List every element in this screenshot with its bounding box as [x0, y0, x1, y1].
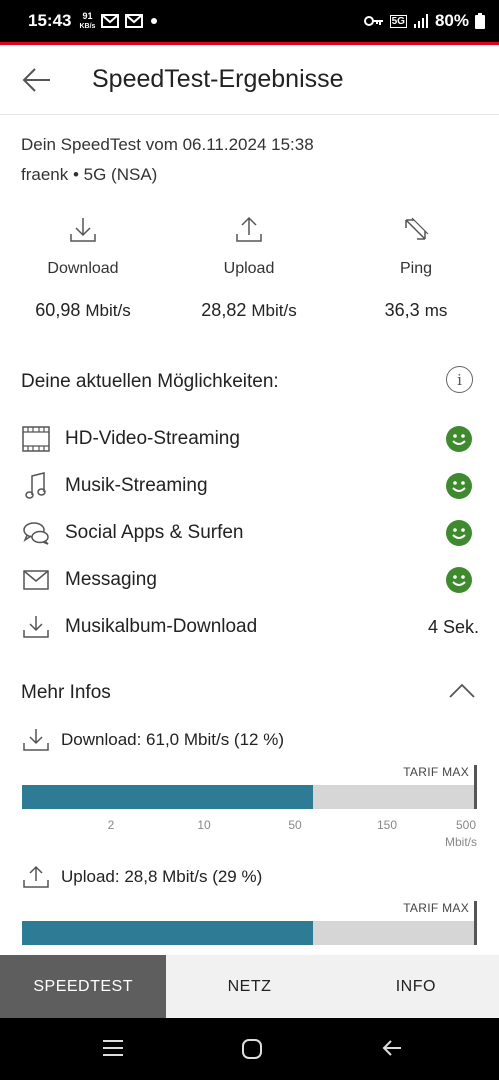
key-icon: [363, 16, 383, 26]
test-network: fraenk • 5G (NSA): [21, 165, 158, 184]
metric-value: 28,82: [201, 300, 247, 320]
metric-value: 36,3: [384, 300, 420, 320]
upload-bar-label: Upload: 28,8 Mbit/s (29 %): [21, 862, 262, 892]
download-icon: [70, 218, 96, 242]
info-icon: i: [457, 370, 462, 389]
capability-label: HD-Video-Streaming: [65, 428, 240, 449]
mail-icon: [101, 14, 120, 28]
upload-bar-track: [22, 921, 477, 945]
metric-unit: Mbit/s: [251, 301, 297, 320]
scale-tick: 150: [376, 818, 398, 832]
upload-bar: TARIF MAX: [22, 899, 477, 955]
metric-label: Download: [47, 260, 119, 277]
metric-value: 60,98: [35, 300, 81, 320]
metric-ping: Ping 36,3 ms: [333, 210, 499, 321]
metric-upload: Upload 28,82 Mbit/s: [166, 210, 332, 321]
system-nav-bar: [0, 1018, 499, 1080]
network-speed-indicator: 91 KB/s: [79, 10, 96, 31]
metric-unit: ms: [424, 301, 448, 320]
metric-label: Upload: [223, 260, 275, 277]
tarif-max-marker: [474, 901, 477, 945]
network-speed-unit: KB/s: [79, 22, 96, 30]
download-bar: TARIF MAX 2 10 50 150 500 Mbit/s: [22, 763, 477, 853]
envelope-icon: [23, 570, 49, 590]
scale-unit: Mbit/s: [444, 835, 477, 849]
recents-button[interactable]: [101, 1038, 125, 1058]
tab-netz[interactable]: NETZ: [166, 955, 333, 1018]
list-item: Musikalbum-Download 4 Sek.: [0, 604, 499, 650]
music-note-icon: [25, 472, 46, 499]
back-button[interactable]: [22, 65, 52, 95]
battery-icon: [475, 13, 485, 29]
page-title: SpeedTest-Ergebnisse: [92, 65, 344, 93]
chevron-up-icon: [449, 683, 475, 698]
chat-bubbles-icon: [23, 522, 49, 545]
ping-arrows-icon: [405, 217, 429, 240]
upload-summary: Upload: 28,8 Mbit/s (29 %): [61, 867, 263, 886]
tarif-max-label: TARIF MAX: [403, 901, 469, 915]
notification-dot-icon: [151, 18, 158, 24]
list-item: Messaging: [0, 557, 499, 603]
status-bar: 15:43 91 KB/s 5G 80%: [0, 0, 499, 42]
tarif-max-marker: [474, 765, 477, 809]
metric-download: Download 60,98 Mbit/s: [0, 210, 166, 321]
list-item: Musik-Streaming: [0, 463, 499, 509]
bottom-tabs: SPEEDTEST NETZ INFO: [0, 955, 499, 1018]
more-info-title: Mehr Infos: [21, 682, 111, 703]
scale-tick: 2: [107, 818, 115, 832]
download-bar-fill: [22, 785, 314, 809]
mail-icon: [125, 14, 144, 28]
scale-tick: 10: [197, 818, 211, 832]
capability-label: Social Apps & Surfen: [65, 522, 244, 543]
network-type: 5G: [389, 14, 407, 28]
arrow-left-icon: [22, 67, 50, 92]
capability-label: Musikalbum-Download: [65, 616, 258, 637]
metric-label: Ping: [399, 260, 433, 277]
capability-label: Messaging: [65, 569, 157, 590]
scale-tick: 50: [288, 818, 302, 832]
info-button[interactable]: i: [446, 366, 473, 393]
smiley-icon: [446, 426, 472, 452]
app-header: SpeedTest-Ergebnisse: [0, 45, 499, 115]
capability-value: 4 Sek.: [427, 616, 479, 637]
tab-info[interactable]: INFO: [332, 955, 499, 1018]
battery-percent: 80%: [434, 11, 469, 30]
signal-icon: [413, 14, 428, 28]
smiley-icon: [446, 520, 472, 546]
smiley-icon: [446, 473, 472, 499]
download-icon: [23, 616, 49, 638]
metric-unit: Mbit/s: [85, 301, 131, 320]
film-icon: [22, 426, 50, 452]
download-summary: Download: 61,0 Mbit/s (12 %): [61, 730, 284, 749]
list-item: Social Apps & Surfen: [0, 510, 499, 556]
speed-metrics: Download 60,98 Mbit/s Upload 28,82 Mbit/…: [0, 210, 499, 340]
smiley-icon: [446, 567, 472, 593]
upload-icon: [23, 865, 49, 888]
network-speed-value: 91: [82, 10, 93, 21]
download-bar-label: Download: 61,0 Mbit/s (12 %): [21, 725, 284, 755]
capabilities-title: Deine aktuellen Möglichkeiten:: [21, 371, 279, 392]
download-icon: [23, 729, 49, 751]
home-button[interactable]: [241, 1038, 263, 1060]
test-info: Dein SpeedTest vom 06.11.2024 15:38 frae…: [21, 130, 314, 190]
scale-tick: 500: [455, 818, 477, 832]
back-nav-button[interactable]: [381, 1038, 403, 1058]
upload-icon: [236, 216, 262, 242]
tarif-max-label: TARIF MAX: [403, 765, 469, 779]
download-bar-track: [22, 785, 477, 809]
upload-bar-fill: [22, 921, 314, 945]
capability-label: Musik-Streaming: [65, 475, 208, 496]
list-item: HD-Video-Streaming: [0, 416, 499, 462]
collapse-button[interactable]: [448, 683, 476, 704]
status-time: 15:43: [28, 11, 72, 30]
test-date: Dein SpeedTest vom 06.11.2024 15:38: [21, 135, 314, 154]
tab-speedtest[interactable]: SPEEDTEST: [0, 955, 167, 1018]
